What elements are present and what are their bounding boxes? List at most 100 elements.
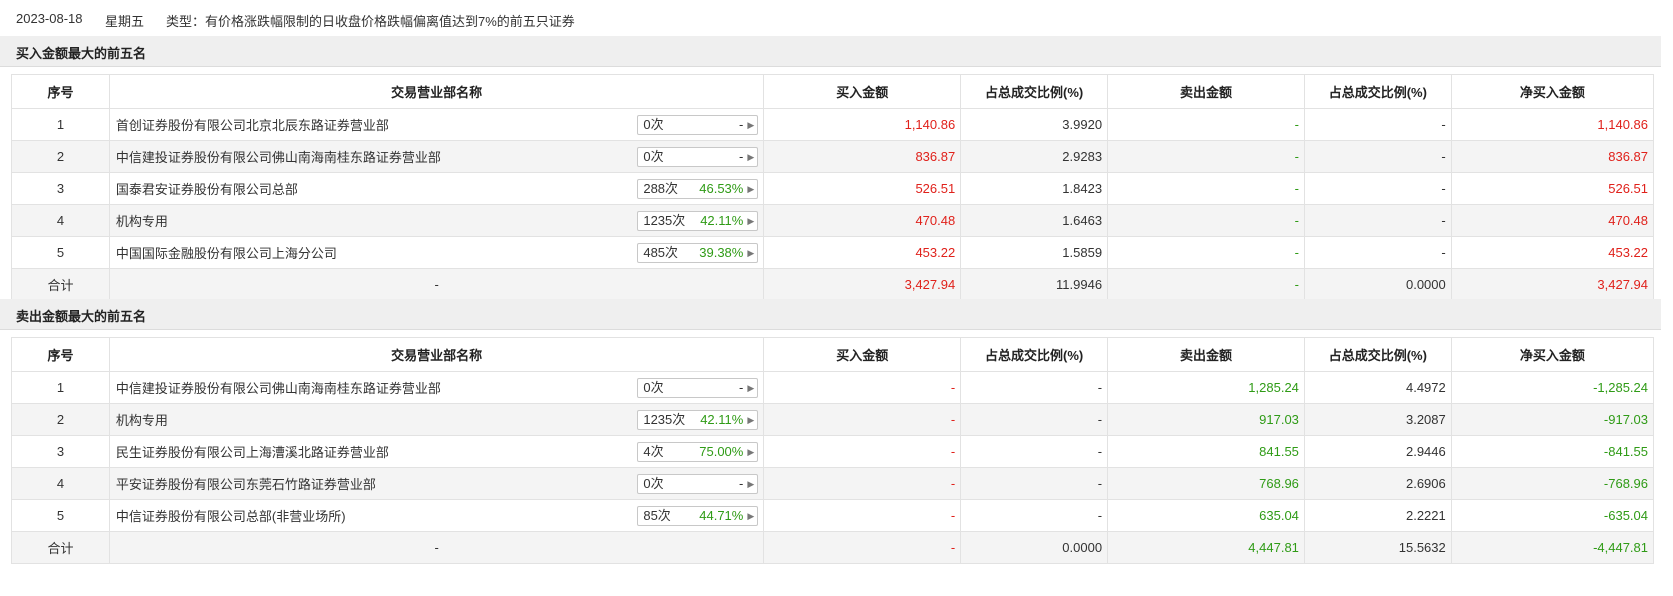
trade-count: 0次 [643, 380, 664, 395]
rank-cell: 5 [11, 499, 110, 532]
trade-count: 4次 [643, 444, 664, 459]
net-buy-cell: 836.87 [1450, 140, 1655, 173]
col-header-branch-name: 交易营业部名称 [108, 74, 765, 109]
branch-stats-dropdown[interactable]: 1235次 42.11% ▶ [637, 211, 759, 231]
net-buy-cell: 453.22 [1450, 236, 1655, 269]
col-header-sell-amount: 卖出金额 [1107, 74, 1305, 109]
branch-stats-dropdown[interactable]: 0次 - ▶ [637, 378, 759, 398]
branch-name-cell: 中信建投证券股份有限公司佛山南海南桂东路证券营业部 0次 - ▶ [108, 140, 765, 173]
branch-name[interactable]: 中信建投证券股份有限公司佛山南海南桂东路证券营业部 [116, 150, 441, 165]
net-buy-cell: -1,285.24 [1450, 371, 1655, 404]
trade-count: 85次 [643, 508, 671, 523]
sell-amount-cell: 635.04 [1107, 499, 1305, 532]
win-rate: 39.38% [699, 245, 744, 260]
net-buy-cell: 470.48 [1450, 204, 1655, 237]
rank-cell: 2 [11, 140, 110, 173]
sell-table: 序号 交易营业部名称 买入金额 占总成交比例(%) 卖出金额 占总成交比例(%) 净买入金额… [11, 337, 1655, 564]
col-header-net-buy: 净买入金额 [1450, 74, 1655, 109]
total-name-cell: - [108, 268, 765, 301]
branch-stats-dropdown[interactable]: 0次 - ▶ [637, 115, 759, 135]
triangle-right-icon: ▶ [747, 216, 755, 226]
col-header-buy-ratio: 占总成交比例(%) [960, 74, 1109, 109]
sell-ratio-cell: 2.2221 [1303, 499, 1452, 532]
buy-ratio-cell: 1.5859 [960, 236, 1109, 269]
buy-amount-cell: 453.22 [763, 236, 962, 269]
total-name-cell: - [108, 531, 765, 564]
branch-stats-dropdown[interactable]: 85次 44.71% ▶ [637, 506, 759, 526]
buy-amount-cell: - [763, 435, 962, 468]
branch-name[interactable]: 民生证券股份有限公司上海漕溪北路证券营业部 [116, 445, 389, 460]
branch-name-cell: 中信证券股份有限公司总部(非营业场所) 85次 44.71% ▶ [108, 499, 765, 532]
branch-stats-dropdown[interactable]: 0次 - ▶ [637, 147, 759, 167]
win-rate: 44.71% [699, 508, 744, 523]
branch-name[interactable]: 首创证券股份有限公司北京北辰东路证券营业部 [116, 118, 389, 133]
buy-amount-cell: 1,140.86 [763, 108, 962, 141]
sell-ratio-cell: 3.2087 [1303, 403, 1452, 436]
table-row: 5 中国国际金融股份有限公司上海分公司 485次 39.38% ▶ 453.22 1.585… [11, 236, 1655, 269]
trade-count: 1235次 [643, 213, 686, 228]
triangle-right-icon: ▶ [747, 415, 755, 425]
sell-ratio-cell: - [1303, 236, 1452, 269]
col-header-buy-amount: 买入金额 [763, 337, 962, 372]
sell-amount-cell: 1,285.24 [1107, 371, 1305, 404]
scroll-rail[interactable] [1661, 0, 1673, 596]
buy-amount-cell: 836.87 [763, 140, 962, 173]
buy-table-header-row: 序号 交易营业部名称 买入金额 占总成交比例(%) 卖出金额 占总成交比例(%) 净买入金额 [11, 74, 1655, 109]
list-type: 类型：有价格涨跌幅限制的日收盘价格跌幅偏离值达到7%的前五只证券 [166, 14, 575, 29]
rank-cell: 5 [11, 236, 110, 269]
rank-cell: 3 [11, 172, 110, 205]
branch-name[interactable]: 中信建投证券股份有限公司佛山南海南桂东路证券营业部 [116, 381, 441, 396]
branch-name-cell: 中国国际金融股份有限公司上海分公司 485次 39.38% ▶ [108, 236, 765, 269]
buy-ratio-cell: - [960, 435, 1109, 468]
rank-cell: 1 [11, 108, 110, 141]
total-net-buy: 3,427.94 [1450, 268, 1655, 301]
branch-stats-dropdown[interactable]: 4次 75.00% ▶ [637, 442, 759, 462]
table-row: 5 中信证券股份有限公司总部(非营业场所) 85次 44.71% ▶ - -635.04 2.… [11, 499, 1655, 532]
net-buy-cell: -635.04 [1450, 499, 1655, 532]
win-rate: 42.11% [700, 412, 744, 427]
branch-name[interactable]: 中信证券股份有限公司总部(非营业场所) [116, 509, 346, 524]
triangle-right-icon: ▶ [747, 383, 755, 393]
buy-table: 序号 交易营业部名称 买入金额 占总成交比例(%) 卖出金额 占总成交比例(%) 净买入金额… [11, 74, 1655, 301]
branch-stats-dropdown[interactable]: 1235次 42.11% ▶ [637, 410, 759, 430]
triangle-right-icon: ▶ [747, 479, 755, 489]
col-header-rank: 序号 [11, 74, 110, 109]
rank-cell: 3 [11, 435, 110, 468]
total-buy-amount: - [763, 531, 962, 564]
sell-ratio-cell: 4.4972 [1303, 371, 1452, 404]
sell-amount-cell: 841.55 [1107, 435, 1305, 468]
total-row: 合计 - -0.0000 4,447.81 15.5632 -4,447.81 [11, 531, 1655, 564]
sell-table-header-row: 序号 交易营业部名称 买入金额 占总成交比例(%) 卖出金额 占总成交比例(%) 净买入金额 [11, 337, 1655, 372]
branch-stats-dropdown[interactable]: 485次 39.38% ▶ [637, 243, 759, 263]
branch-stats-dropdown[interactable]: 0次 - ▶ [637, 474, 759, 494]
sell-ratio-cell: - [1303, 172, 1452, 205]
buy-amount-cell: - [763, 403, 962, 436]
branch-name[interactable]: 中国国际金融股份有限公司上海分公司 [116, 246, 337, 261]
branch-name[interactable]: 平安证券股份有限公司东莞石竹路证券营业部 [116, 477, 376, 492]
net-buy-cell: -917.03 [1450, 403, 1655, 436]
weekday: 星期五 [105, 14, 145, 29]
table-row: 4 机构专用 1235次 42.11% ▶ 470.48 1.6463- -470.48 [11, 204, 1655, 237]
branch-name[interactable]: 机构专用 [116, 413, 168, 428]
win-rate: - [739, 380, 744, 395]
table-row: 1 首创证券股份有限公司北京北辰东路证券营业部 0次 - ▶ 1,140.86 3.9920… [11, 108, 1655, 141]
win-rate: 46.53% [699, 181, 744, 196]
trade-count: 1235次 [643, 412, 686, 427]
branch-name[interactable]: 机构专用 [116, 214, 168, 229]
trade-date: 2023-08-18 [16, 11, 83, 26]
buy-amount-cell: - [763, 371, 962, 404]
buy-ratio-cell: - [960, 467, 1109, 500]
buy-ratio-cell: - [960, 403, 1109, 436]
branch-name-cell: 中信建投证券股份有限公司佛山南海南桂东路证券营业部 0次 - ▶ [108, 371, 765, 404]
triangle-right-icon: ▶ [747, 511, 755, 521]
branch-stats-dropdown[interactable]: 288次 46.53% ▶ [637, 179, 759, 199]
net-buy-cell: 1,140.86 [1450, 108, 1655, 141]
branch-name[interactable]: 国泰君安证券股份有限公司总部 [116, 182, 298, 197]
trade-count: 485次 [643, 245, 679, 260]
table-row: 3 国泰君安证券股份有限公司总部 288次 46.53% ▶ 526.51 1.8423- -… [11, 172, 1655, 205]
branch-name-cell: 首创证券股份有限公司北京北辰东路证券营业部 0次 - ▶ [108, 108, 765, 141]
branch-name-cell: 民生证券股份有限公司上海漕溪北路证券营业部 4次 75.00% ▶ [108, 435, 765, 468]
branch-name-cell: 国泰君安证券股份有限公司总部 288次 46.53% ▶ [108, 172, 765, 205]
table-row: 4 平安证券股份有限公司东莞石竹路证券营业部 0次 - ▶ - -768.96 2.6906-… [11, 467, 1655, 500]
sell-amount-cell: 917.03 [1107, 403, 1305, 436]
